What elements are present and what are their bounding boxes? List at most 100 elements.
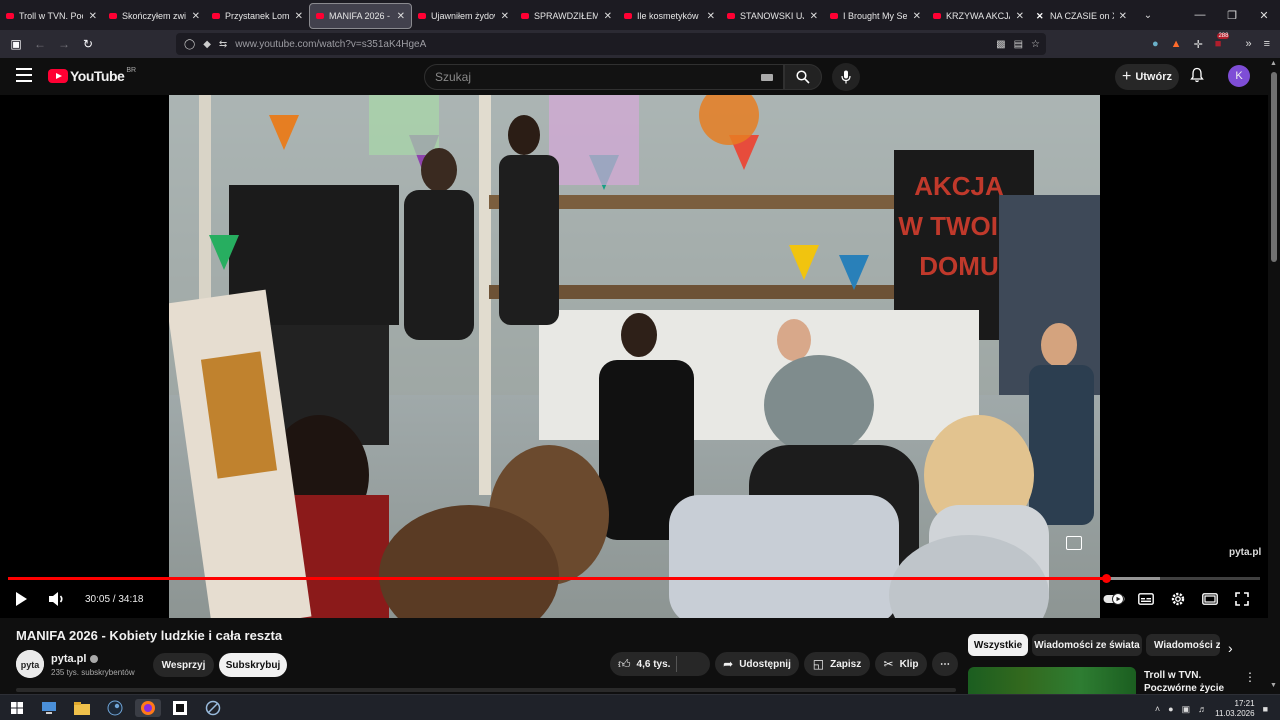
keyboard-icon[interactable] bbox=[761, 73, 773, 81]
address-bar[interactable]: ◯ ◆ ⇆ www.youtube.com/watch?v=s351aK4Hge… bbox=[176, 33, 1046, 55]
browser-tab[interactable]: MANIFA 2026 - Ko ✕ bbox=[309, 3, 412, 29]
close-window-icon[interactable]: ✕ bbox=[1248, 9, 1280, 22]
maximize-icon[interactable]: ❐ bbox=[1216, 9, 1248, 22]
more-actions-button[interactable]: ⋯ bbox=[932, 652, 958, 676]
chevron-up-icon[interactable]: ˄ bbox=[1155, 704, 1160, 714]
subtitles-button[interactable] bbox=[1138, 589, 1154, 609]
chip-world-news[interactable]: Wiadomości ze świata bbox=[1032, 634, 1142, 656]
tab-close-icon[interactable]: ✕ bbox=[501, 11, 509, 22]
extensions-icon[interactable]: ✛ bbox=[1194, 38, 1203, 51]
subscribe-button[interactable]: Subskrybuj bbox=[219, 653, 287, 677]
browser-tab[interactable]: Troll w TVN. Poczw ✕ bbox=[0, 3, 103, 29]
scrollbar-thumb[interactable] bbox=[1271, 72, 1277, 262]
channel-watermark[interactable]: pyta.pl bbox=[1229, 547, 1261, 558]
autoplay-toggle[interactable] bbox=[1103, 589, 1125, 609]
tab-close-icon[interactable]: ✕ bbox=[1119, 11, 1127, 22]
app-icon[interactable] bbox=[204, 699, 222, 717]
ublock-icon[interactable]: ■288 bbox=[1215, 33, 1234, 50]
sidebar-toggle-icon[interactable]: ▣ bbox=[4, 37, 28, 51]
this-pc-icon[interactable] bbox=[40, 699, 58, 717]
tab-close-icon[interactable]: ✕ bbox=[707, 11, 715, 22]
tab-close-icon[interactable]: ✕ bbox=[810, 11, 818, 22]
forward-icon[interactable]: → bbox=[52, 37, 76, 51]
file-explorer-icon[interactable] bbox=[73, 699, 91, 717]
tab-close-icon[interactable]: ✕ bbox=[295, 11, 303, 22]
back-icon[interactable]: ← bbox=[28, 37, 52, 51]
chip-news[interactable]: Wiadomości ze bbox=[1146, 634, 1220, 656]
channel-avatar[interactable]: pyta bbox=[16, 650, 44, 678]
notifications-tray-icon[interactable]: ■ bbox=[1263, 704, 1268, 714]
extension-shield-icon[interactable]: ● bbox=[1152, 38, 1159, 50]
save-button[interactable]: ◱ Zapisz bbox=[804, 652, 870, 676]
create-button[interactable]: + Utwórz bbox=[1115, 64, 1179, 90]
windows-start-icon[interactable] bbox=[8, 699, 26, 717]
country-code: BR bbox=[126, 66, 137, 74]
tab-close-icon[interactable]: ✕ bbox=[397, 11, 405, 22]
microphone-tray-icon[interactable]: ● bbox=[1168, 704, 1173, 714]
play-button[interactable] bbox=[14, 589, 28, 609]
voice-search-button[interactable] bbox=[832, 63, 860, 91]
chevron-right-icon[interactable]: › bbox=[1228, 640, 1233, 656]
picture-in-picture-icon[interactable]: ▩ bbox=[996, 39, 1005, 50]
browser-tab[interactable]: Skończyłem związ ✕ bbox=[103, 3, 206, 29]
page-scrollbar[interactable]: ▲ ▼ bbox=[1268, 58, 1280, 694]
firefox-icon[interactable] bbox=[135, 699, 161, 717]
scroll-down-icon[interactable]: ▼ bbox=[1270, 682, 1277, 689]
clip-button[interactable]: ✂ Klip bbox=[875, 652, 927, 676]
minimize-icon[interactable]: — bbox=[1184, 9, 1216, 21]
extension-fox-icon[interactable]: ▲ bbox=[1171, 38, 1182, 50]
share-button[interactable]: ➦ Udostępnij bbox=[715, 652, 799, 676]
reader-view-icon[interactable]: ▤ bbox=[1014, 39, 1023, 50]
support-button[interactable]: Wesprzyj bbox=[153, 653, 214, 677]
notifications-button[interactable] bbox=[1190, 67, 1204, 88]
tab-list-chevron-icon[interactable]: ⌄ bbox=[1133, 10, 1163, 21]
chip-all[interactable]: Wszystkie bbox=[968, 634, 1028, 656]
tab-close-icon[interactable]: ✕ bbox=[913, 11, 921, 22]
video-player[interactable]: AKCJA W TWOIM DOMU pyta.pl 30:05 / 34:18 bbox=[0, 95, 1268, 618]
browser-tab[interactable]: Ujawniłem żydow ✕ bbox=[412, 3, 515, 29]
bookmark-star-icon[interactable]: ☆ bbox=[1031, 39, 1040, 50]
tab-close-icon[interactable]: ✕ bbox=[1016, 11, 1024, 22]
miniplayer-icon[interactable] bbox=[1066, 536, 1082, 550]
browser-tab[interactable]: KRZYWA AKCJA # ✕ bbox=[927, 3, 1030, 29]
channel-name-row[interactable]: pyta.pl bbox=[51, 653, 99, 665]
browser-tab[interactable]: I Brought My Secr ✕ bbox=[824, 3, 927, 29]
search-button[interactable] bbox=[784, 64, 822, 90]
menu-icon[interactable] bbox=[16, 68, 32, 86]
notion-icon[interactable] bbox=[171, 699, 189, 717]
browser-tab[interactable]: STANOWSKI UJAW ✕ bbox=[721, 3, 824, 29]
channel-name[interactable]: pyta.pl bbox=[51, 653, 86, 665]
steam-icon[interactable] bbox=[106, 699, 124, 717]
fullscreen-button[interactable] bbox=[1235, 589, 1249, 609]
browser-tab[interactable]: Przystanek Lomba ✕ bbox=[206, 3, 309, 29]
theater-mode-button[interactable] bbox=[1202, 589, 1218, 609]
browser-tab[interactable]: SPRAWDZIŁEM CZ ✕ bbox=[515, 3, 618, 29]
more-vertical-icon[interactable]: ⋮ bbox=[1244, 670, 1256, 684]
tab-close-icon[interactable]: ✕ bbox=[604, 11, 612, 22]
more-tools-icon[interactable]: » bbox=[1245, 38, 1251, 50]
search-input[interactable]: Szukaj bbox=[424, 64, 784, 90]
like-button[interactable]: 👍︎ 4,6 tys. bbox=[610, 652, 710, 676]
tab-close-icon[interactable]: ✕ bbox=[89, 11, 97, 22]
settings-button[interactable] bbox=[1170, 589, 1186, 609]
progress-scrubber[interactable] bbox=[1102, 574, 1111, 583]
youtube-logo[interactable]: YouTube BR bbox=[48, 66, 137, 84]
suggested-video-thumbnail[interactable] bbox=[968, 667, 1136, 697]
speaker-icon[interactable]: ♬ bbox=[1198, 704, 1207, 714]
url-text[interactable]: www.youtube.com/watch?v=s351aK4HgeA bbox=[235, 39, 426, 50]
volume-icon bbox=[49, 592, 63, 606]
scroll-up-icon[interactable]: ▲ bbox=[1270, 60, 1277, 67]
app-menu-icon[interactable]: ≡ bbox=[1264, 38, 1270, 50]
plus-icon: + bbox=[1121, 68, 1132, 85]
browser-tab[interactable]: ✕ NA CZASIE on X: " ✕ bbox=[1030, 3, 1133, 29]
permissions-icon[interactable]: ⇆ bbox=[219, 39, 227, 50]
progress-bar[interactable] bbox=[8, 574, 1260, 583]
clock[interactable]: 17:21 11.03.2026 bbox=[1215, 699, 1254, 719]
account-avatar[interactable]: K bbox=[1228, 65, 1250, 87]
reload-icon[interactable]: ↻ bbox=[76, 37, 100, 51]
video-frame[interactable]: AKCJA W TWOIM DOMU bbox=[169, 95, 1100, 618]
network-icon[interactable]: ▣ bbox=[1182, 704, 1191, 715]
tab-close-icon[interactable]: ✕ bbox=[192, 11, 200, 22]
browser-tab[interactable]: Ile kosmetyków w ✕ bbox=[618, 3, 721, 29]
mute-button[interactable] bbox=[48, 589, 66, 609]
